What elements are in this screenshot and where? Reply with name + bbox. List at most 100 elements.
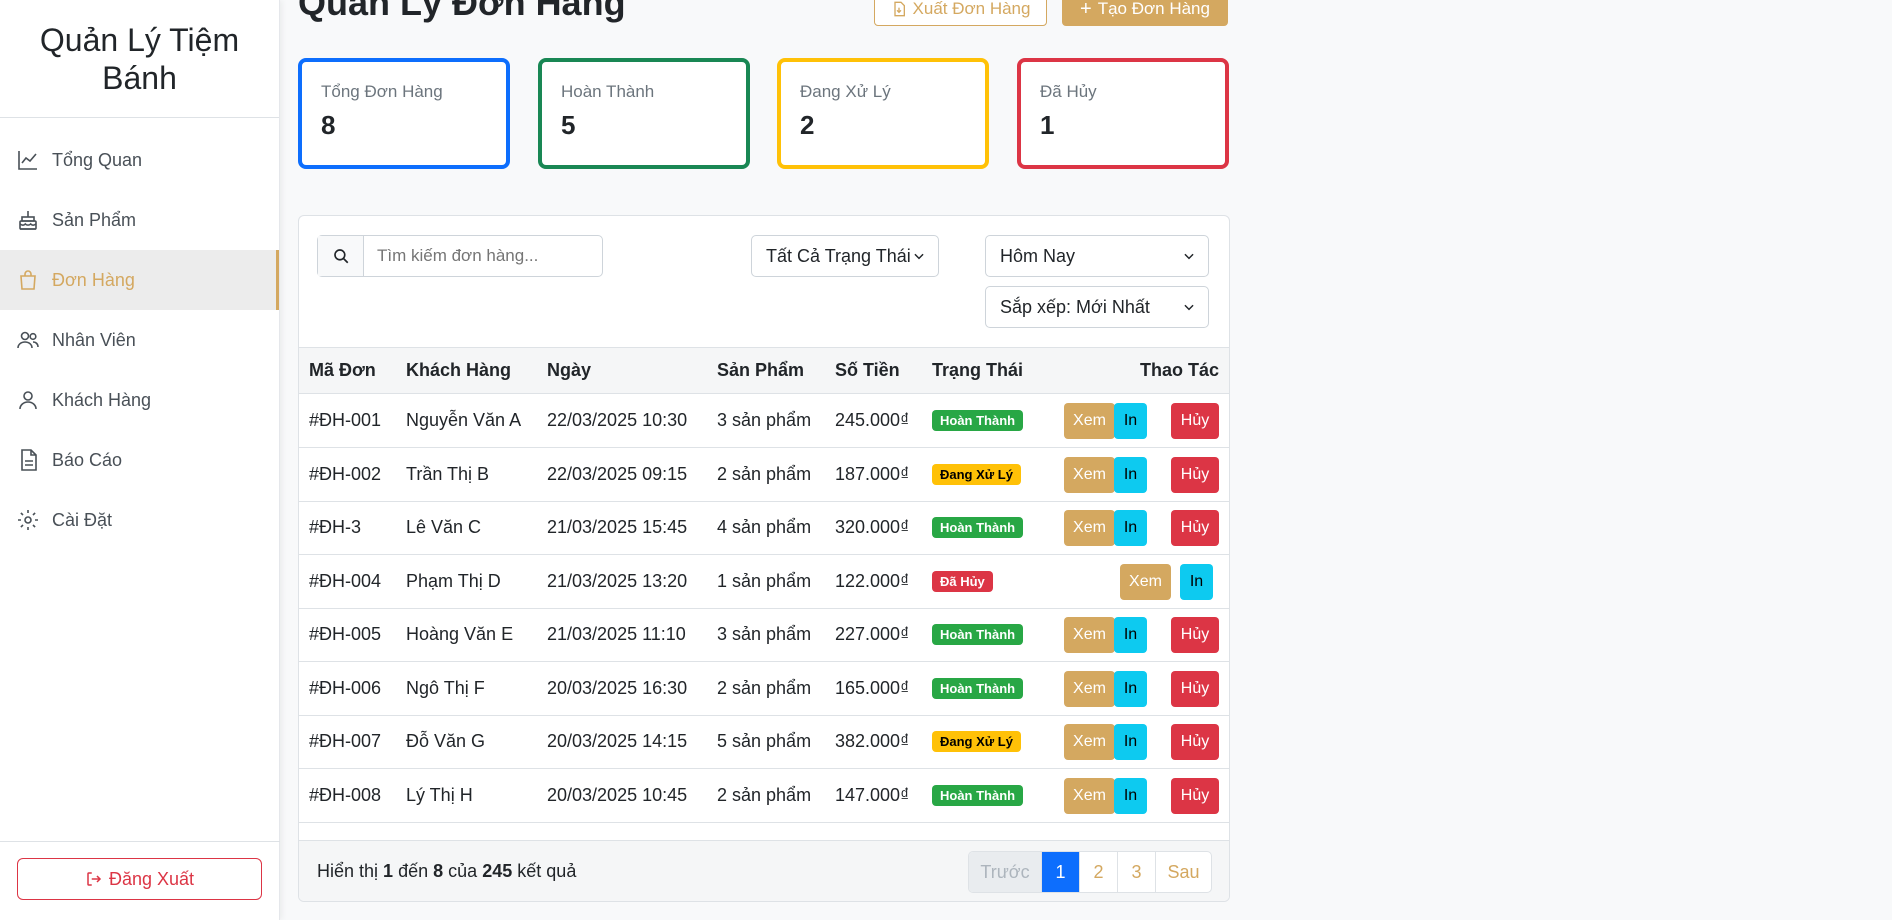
logout-button[interactable]: Đăng Xuất: [17, 858, 262, 900]
status-badge: Đang Xử Lý: [932, 463, 1021, 485]
cancel-button[interactable]: Hủy: [1171, 724, 1219, 760]
stat-card: Hoàn Thành 5: [538, 58, 750, 169]
stat-card: Tổng Đơn Hàng 8: [298, 58, 510, 169]
orders-card: Tất Cả Trạng Thái Hôm Nay Sắp xếp: Mới N…: [298, 215, 1230, 902]
stat-card: Đã Hủy 1: [1017, 58, 1229, 169]
sidebar-item-2[interactable]: Đơn Hàng: [0, 250, 279, 310]
cancel-button[interactable]: Hủy: [1171, 403, 1219, 439]
cancel-button[interactable]: Hủy: [1171, 456, 1219, 493]
view-button[interactable]: Xem: [1064, 617, 1115, 653]
view-button[interactable]: Xem: [1064, 724, 1115, 760]
view-button[interactable]: Xem: [1064, 670, 1115, 707]
cell-amount: 382.000₫: [835, 731, 910, 751]
table-header: Mã Đơn Khách Hàng Ngày Sản Phẩm Số Tiền Trạng…: [299, 347, 1229, 394]
cell-customer: Hoàng Văn E: [406, 624, 514, 644]
search-icon[interactable]: [318, 236, 364, 276]
create-order-button[interactable]: + Tạo Đơn Hàng: [1062, 0, 1228, 26]
people-icon: [16, 328, 40, 352]
sidebar-item-3[interactable]: Nhân Viên: [0, 310, 279, 370]
cell-status: Hoàn Thành: [932, 394, 1024, 447]
summary-mid1: đến: [398, 861, 429, 881]
cell-products: 2 sản phẩm: [717, 784, 812, 805]
cell-id: #ĐH-008: [309, 784, 382, 805]
view-button[interactable]: Xem: [1064, 510, 1115, 546]
cell-date: 21/03/2025 11:10: [547, 624, 686, 644]
search-input[interactable]: [364, 236, 602, 276]
pagination-prev[interactable]: Trước: [969, 852, 1041, 892]
chart-line-icon: [16, 148, 40, 172]
view-button[interactable]: Xem: [1120, 563, 1171, 600]
file-export-icon: [893, 1, 905, 17]
print-button[interactable]: In: [1114, 670, 1147, 707]
view-button[interactable]: Xem: [1064, 777, 1115, 814]
print-button[interactable]: In: [1114, 403, 1147, 439]
table-row: #ĐH-005 Hoàng Văn E 21/03/2025 11:10 3 sản …: [299, 608, 1229, 662]
status-badge: Hoàn Thành: [932, 677, 1024, 699]
summary-mid2: của: [448, 861, 478, 881]
pagination: Trước 1 2 3 Sau: [968, 851, 1212, 893]
print-button[interactable]: In: [1180, 563, 1213, 600]
view-button[interactable]: Xem: [1064, 456, 1115, 493]
cancel-button[interactable]: Hủy: [1171, 670, 1219, 707]
sidebar-item-label: Sản Phẩm: [52, 209, 137, 230]
summary-total: 245: [482, 861, 513, 881]
sidebar-item-label: Cài Đặt: [52, 509, 113, 530]
sidebar-item-label: Đơn Hàng: [52, 269, 135, 290]
cell-amount: 122.000₫: [835, 570, 910, 591]
sidebar-divider: [0, 841, 280, 842]
cell-customer: Nguyễn Văn A: [406, 410, 522, 430]
status-badge: Hoàn Thành: [932, 517, 1024, 538]
print-button[interactable]: In: [1114, 617, 1147, 653]
cancel-button[interactable]: Hủy: [1171, 510, 1219, 546]
sidebar-item-5[interactable]: Báo Cáo: [0, 430, 279, 490]
export-orders-button[interactable]: Xuất Đơn Hàng: [874, 0, 1047, 26]
cell-date: 22/03/2025 09:15: [547, 463, 688, 484]
sidebar-item-1[interactable]: Sản Phẩm: [0, 190, 279, 250]
sidebar-item-4[interactable]: Khách Hàng: [0, 370, 279, 430]
pagination-page[interactable]: 2: [1079, 852, 1117, 892]
sidebar: Quản Lý Tiệm Bánh Tổng Quan Sản Phẩm Đơn H…: [0, 0, 280, 920]
cell-status: Hoàn Thành: [932, 608, 1024, 661]
cell-id: #ĐH-001: [309, 410, 382, 430]
cancel-button[interactable]: Hủy: [1171, 777, 1219, 814]
gear-icon: [16, 508, 40, 532]
stat-value: 2: [800, 110, 815, 140]
sidebar-item-label: Tổng Quan: [52, 149, 143, 170]
cell-id: #ĐH-006: [309, 677, 382, 698]
status-badge: Đang Xử Lý: [932, 731, 1021, 752]
chevron-down-icon: [1184, 253, 1194, 260]
logout-icon: [87, 872, 102, 886]
cancel-button[interactable]: Hủy: [1171, 617, 1219, 653]
chevron-down-icon: [914, 253, 924, 260]
logout-label: Đăng Xuất: [108, 868, 195, 889]
print-button[interactable]: In: [1114, 456, 1147, 493]
print-button[interactable]: In: [1114, 777, 1147, 814]
column-header: Trạng Thái: [932, 360, 1024, 380]
pagination-page[interactable]: 1: [1041, 852, 1079, 892]
cell-amount: 245.000₫: [835, 410, 910, 430]
summary-prefix: Hiển thị: [317, 861, 379, 881]
sidebar-item-0[interactable]: Tổng Quan: [0, 130, 279, 190]
sidebar-item-6[interactable]: Cài Đặt: [0, 490, 279, 550]
cell-customer: Lý Thị H: [406, 784, 473, 805]
pagination-page[interactable]: 3: [1117, 852, 1155, 892]
cell-amount: 165.000₫: [835, 677, 910, 698]
column-header: Sản Phẩm: [717, 360, 805, 380]
cell-status: Đã Hủy: [932, 555, 993, 608]
cell-amount: 227.000₫: [835, 624, 910, 644]
view-button[interactable]: Xem: [1064, 403, 1115, 439]
print-button[interactable]: In: [1114, 724, 1147, 760]
sort-select[interactable]: Sắp xếp: Mới Nhất: [985, 286, 1209, 328]
cell-amount: 320.000₫: [835, 517, 910, 537]
status-filter-select[interactable]: Tất Cả Trạng Thái: [751, 235, 939, 277]
table-row: #ĐH-001 Nguyễn Văn A 22/03/2025 10:30 3 sản…: [299, 394, 1229, 448]
date-filter-select[interactable]: Hôm Nay: [985, 235, 1209, 277]
print-button[interactable]: In: [1114, 510, 1147, 546]
cell-products: 1 sản phẩm: [717, 570, 812, 591]
cell-id: #ĐH-005: [309, 624, 382, 644]
pagination-next[interactable]: Sau: [1155, 852, 1211, 892]
cell-products: 2 sản phẩm: [717, 463, 812, 484]
cell-products: 5 sản phẩm: [717, 731, 812, 751]
stat-label: Đang Xử Lý: [800, 82, 891, 101]
table-footer: Hiển thị 1 đến 8 của 245 kết quả Trước 1 2…: [299, 840, 1229, 901]
